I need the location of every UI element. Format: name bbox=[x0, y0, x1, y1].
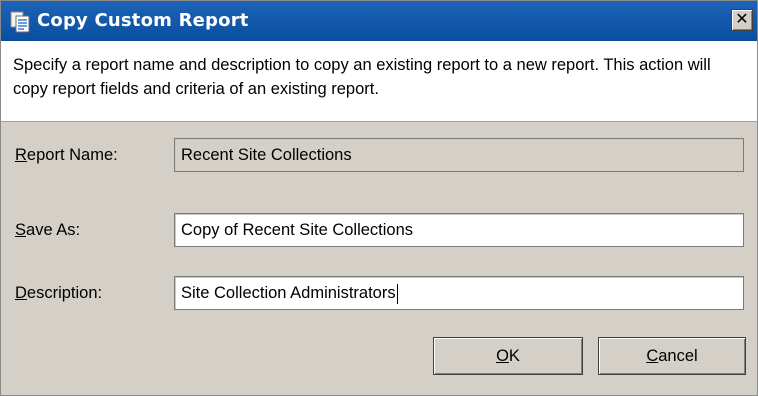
save-as-label: Save As: bbox=[15, 221, 81, 239]
ok-button[interactable]: OK bbox=[433, 337, 583, 375]
save-as-value: Copy of Recent Site Collections bbox=[181, 221, 414, 239]
report-name-label: Report Name: bbox=[15, 146, 118, 164]
instructions-text: Specify a report name and description to… bbox=[13, 56, 711, 98]
dialog-title: Copy Custom Report bbox=[37, 10, 249, 31]
text-caret bbox=[396, 283, 398, 304]
copy-custom-report-dialog: Copy Custom Report ✕ Specify a report na… bbox=[0, 0, 758, 396]
description-value: Site Collection Administrators bbox=[181, 284, 396, 302]
cancel-button[interactable]: Cancel bbox=[598, 337, 746, 375]
close-icon: ✕ bbox=[735, 11, 749, 28]
description-label: Description: bbox=[15, 284, 103, 302]
description-input[interactable]: Site Collection Administrators bbox=[174, 276, 744, 310]
close-button[interactable]: ✕ bbox=[731, 9, 753, 31]
title-bar[interactable]: Copy Custom Report ✕ bbox=[1, 1, 757, 41]
save-as-input[interactable]: Copy of Recent Site Collections bbox=[174, 213, 744, 247]
description-panel: Specify a report name and description to… bbox=[1, 41, 757, 122]
report-name-value: Recent Site Collections bbox=[181, 146, 352, 164]
report-name-field: Recent Site Collections bbox=[174, 138, 744, 172]
copy-report-icon bbox=[10, 11, 30, 33]
